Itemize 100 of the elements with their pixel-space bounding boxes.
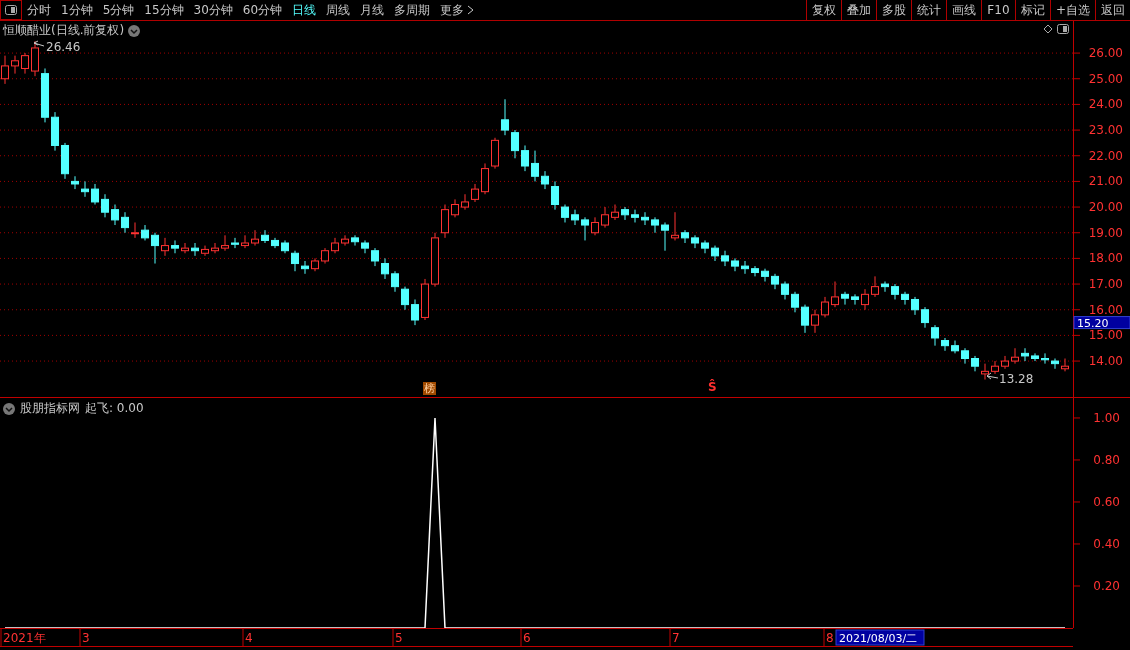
stock-title: 恒顺醋业(日线.前复权) (3, 22, 125, 39)
dropdown-icon[interactable] (128, 24, 141, 37)
toolbar-button[interactable]: +自选 (1049, 0, 1095, 20)
chevron-right-icon (467, 5, 475, 15)
indicator-axis-label: 0.20 (1093, 579, 1120, 593)
period-tab[interactable]: 60分钟 (237, 1, 288, 19)
low-price-label: 13.28 (986, 372, 1034, 386)
price-axis-label: 20.00 (1088, 200, 1123, 215)
candlestick (431, 232, 439, 288)
price-axis-label: 22.00 (1088, 148, 1123, 163)
time-axis-label: 7 (672, 631, 680, 645)
candlestick (331, 237, 339, 254)
candlestick (131, 221, 139, 239)
toolbar-button[interactable]: 叠加 (840, 0, 876, 20)
price-axis-label: 18.00 (1088, 251, 1123, 266)
toolbar-button[interactable]: 返回 (1095, 0, 1130, 20)
candlestick (281, 239, 289, 254)
candlestick (461, 193, 469, 211)
price-axis-label: 25.00 (1088, 71, 1123, 86)
period-tab[interactable]: 15分钟 (139, 1, 189, 19)
toolbar-button[interactable]: 复权 (805, 0, 841, 20)
time-axis-label: 8 (826, 631, 834, 645)
panel-toggle-icon[interactable] (1057, 24, 1069, 34)
candlestick (411, 298, 419, 326)
panel-toggle-icon[interactable] (0, 0, 22, 20)
price-axis-label: 17.00 (1088, 277, 1123, 292)
candlestick (491, 137, 499, 170)
candlestick (1031, 352, 1039, 362)
candlestick (211, 242, 219, 254)
candlestick (271, 237, 279, 249)
price-axis-label: 19.00 (1088, 225, 1123, 240)
period-tab[interactable]: 周线 (321, 1, 356, 19)
period-tab[interactable]: 分时 (22, 1, 56, 19)
candlestick (221, 234, 229, 252)
candlestick (101, 193, 109, 218)
indicator-axis-label: 1.00 (1093, 410, 1120, 425)
period-tab[interactable]: 5分钟 (97, 1, 140, 19)
toolbar-button[interactable]: 画线 (945, 0, 981, 20)
toolbar-button[interactable]: 标记 (1014, 0, 1050, 20)
candlestick (711, 245, 719, 262)
candlestick (721, 250, 729, 267)
candlestick (981, 363, 989, 381)
candlestick (231, 237, 239, 249)
candlestick (881, 281, 889, 293)
indicator-value: 起飞: 0.00 (85, 400, 144, 417)
price-axis-label: 16.00 (1088, 302, 1123, 317)
candlestick (951, 340, 959, 354)
candlestick (171, 239, 179, 254)
candlestick (151, 232, 159, 265)
period-tab[interactable]: 多周期 (389, 1, 436, 19)
candlestick (921, 306, 929, 329)
candlestick (751, 265, 759, 277)
candlestick (861, 288, 869, 311)
time-axis-label: 4 (245, 631, 253, 645)
period-tab[interactable]: 30分钟 (188, 1, 238, 19)
candlestick (11, 55, 19, 75)
current-price-label: 15.20 (1073, 316, 1130, 330)
candlestick (521, 145, 529, 172)
indicator-name: 股朋指标网 (20, 400, 80, 417)
candlestick (841, 291, 849, 306)
candlestick (451, 198, 459, 218)
candlestick (591, 216, 599, 236)
candlestick (111, 204, 119, 226)
ranking-marker[interactable]: 榜 (423, 382, 436, 395)
candlestick (31, 40, 39, 77)
period-tab[interactable]: 月线 (355, 1, 390, 19)
candlestick (1, 55, 9, 85)
candlestick (571, 209, 579, 226)
candlestick (741, 260, 749, 275)
candlestick (691, 234, 699, 249)
candlestick (91, 183, 99, 205)
candlestick (1001, 355, 1009, 370)
time-axis-label: 5 (395, 631, 403, 645)
cursor-date-label: 2021/08/03/二 (835, 629, 925, 646)
candlestick (341, 234, 349, 247)
candlestick (991, 360, 999, 375)
candlestick (391, 270, 399, 293)
candlestick (911, 296, 919, 316)
candlestick (831, 281, 839, 308)
candlestick (611, 204, 619, 221)
high-price-label: 26.46 (33, 40, 81, 54)
candlestick (41, 68, 49, 123)
candlestick (681, 229, 689, 244)
toolbar-button[interactable]: 多股 (875, 0, 911, 20)
toolbar-button[interactable]: F10 (980, 0, 1015, 20)
candlestick (771, 273, 779, 290)
period-tab[interactable]: 日线 (287, 1, 322, 19)
candlestick (161, 237, 169, 257)
candlestick (931, 324, 939, 347)
candlestick (61, 142, 69, 180)
signal-marker[interactable]: Ŝ (708, 380, 717, 394)
diamond-icon[interactable] (1043, 24, 1053, 34)
period-tab[interactable]: 1分钟 (56, 1, 98, 19)
candlestick (421, 278, 429, 321)
candlestick (891, 283, 899, 300)
candlestick (361, 239, 369, 254)
more-menu-button[interactable]: 更多 (435, 1, 480, 19)
dropdown-icon[interactable] (3, 402, 15, 415)
toolbar-button[interactable]: 统计 (910, 0, 946, 20)
candlestick (851, 293, 859, 306)
